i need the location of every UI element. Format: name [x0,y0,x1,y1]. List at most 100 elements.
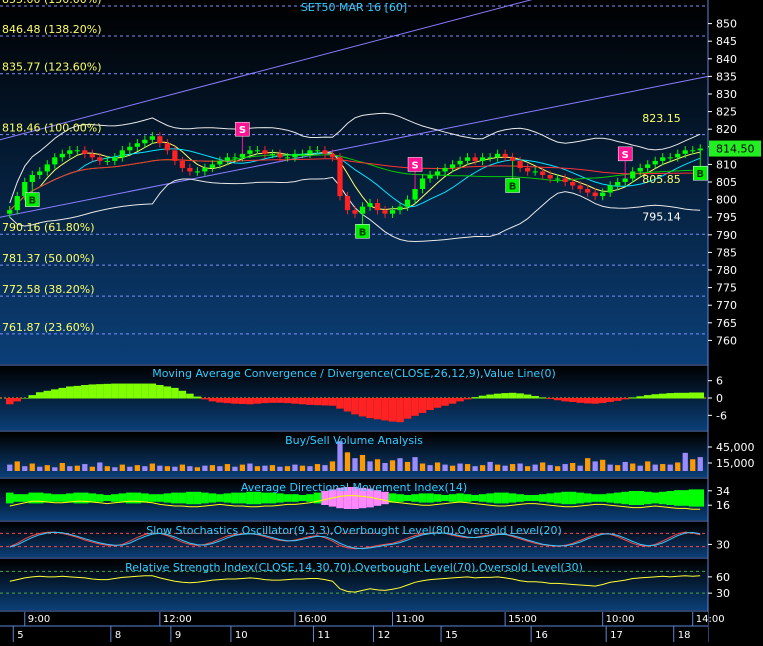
adx-band-segment [448,494,457,502]
volume-bar [322,465,328,471]
candle-body [247,150,253,154]
panel-title: SET50 MAR 16 [60] [301,1,407,14]
macd-bar [553,398,562,401]
candle-body [202,167,208,172]
adx-band-segment [403,495,412,501]
volume-bar [187,466,193,471]
macd-bar [178,390,187,399]
adx-band-segment [576,492,584,504]
macd-bar [126,383,134,399]
date-label: 8 [115,630,121,641]
volume-bar [389,460,396,471]
volume-bar [149,463,155,471]
volume-bar [667,464,673,471]
candle-body [479,157,486,161]
volume-bar [217,466,223,471]
volume-bar [697,457,703,471]
macd-bar [28,395,37,399]
signal-letter: B [696,169,704,180]
adx-band-segment [531,495,539,501]
macd-bar [538,397,547,399]
adx-band-segment [628,491,637,505]
ytick-label: 16 [716,499,730,512]
date-label: 11 [317,630,330,641]
adx-band-segment [208,493,217,503]
candle-body [660,157,666,161]
adx-band-segment [583,493,592,503]
volume-bar [74,465,80,471]
date-label: 10 [235,630,248,641]
volume-bar [600,459,606,471]
ytick-label: 34 [716,485,730,498]
macd-bar [403,398,412,419]
ytick-label: 30 [716,538,730,551]
chart-canvas[interactable]: BSBSBSB 76076577077578078579079580080581… [0,0,763,642]
candle-body [104,160,110,162]
date-label: 16 [535,630,548,641]
candle-body [517,160,523,168]
candle-body [449,164,456,168]
adx-band-segment [411,494,419,502]
candle-body [284,157,291,159]
candle-body [412,189,418,200]
macd-bar [658,393,667,399]
date-label: 9 [175,630,181,641]
macd-bar [486,394,494,399]
ytick-label: 760 [716,334,737,347]
adx-band-segment [178,492,187,504]
candle-body [322,150,328,154]
volume-bar [292,464,298,471]
macd-bar [523,394,532,399]
candle-body [419,178,426,190]
candle-body [690,150,696,152]
macd-bar [396,398,404,423]
adx-band-segment [508,493,517,503]
macd-bar [111,383,119,399]
candle-body [487,157,493,159]
volume-bar [232,466,238,471]
candle-body [397,206,403,211]
ytick-label: 820 [716,123,737,136]
macd-bar [201,398,209,400]
ytick-label: 60 [716,571,730,584]
candle-body [7,210,13,214]
macd-bar [426,398,434,411]
candle-body [570,182,576,186]
candle-body [615,182,621,186]
adx-band-segment [148,494,157,502]
macd-bar [306,398,314,405]
candle-body [52,157,58,165]
macd-bar [148,383,157,399]
macd-bar [351,398,359,415]
current-price-label: 814.50 [716,143,755,156]
ytick-label: 15,000 [716,457,755,470]
candle-body [494,153,501,158]
adx-band-segment [201,492,209,504]
volume-bar [44,465,50,471]
ytick-label: 770 [716,299,737,312]
ytick-label: 810 [716,158,737,171]
macd-bar [208,398,217,402]
candle-body [37,171,43,175]
adx-band-segment [598,494,607,502]
adx-band-segment [103,495,112,501]
candle-body [307,150,313,154]
volume-bar [202,465,208,471]
candle-body [352,210,358,214]
adx-band-segment [223,493,232,503]
volume-bar [352,458,358,471]
candle-body [329,153,336,158]
candle-body [157,136,163,144]
macd-bar [478,395,487,399]
volume-bar [540,462,546,471]
adx-band-segment [478,494,487,502]
macd-bar [246,398,254,405]
macd-bar [508,392,517,399]
volume-bar [179,464,186,471]
macd-bar [366,398,374,419]
volume-bar [127,466,133,471]
candle-body [442,167,448,172]
volume-bar [142,466,148,471]
ytick-label: 790 [716,229,737,242]
macd-bar [546,398,554,400]
